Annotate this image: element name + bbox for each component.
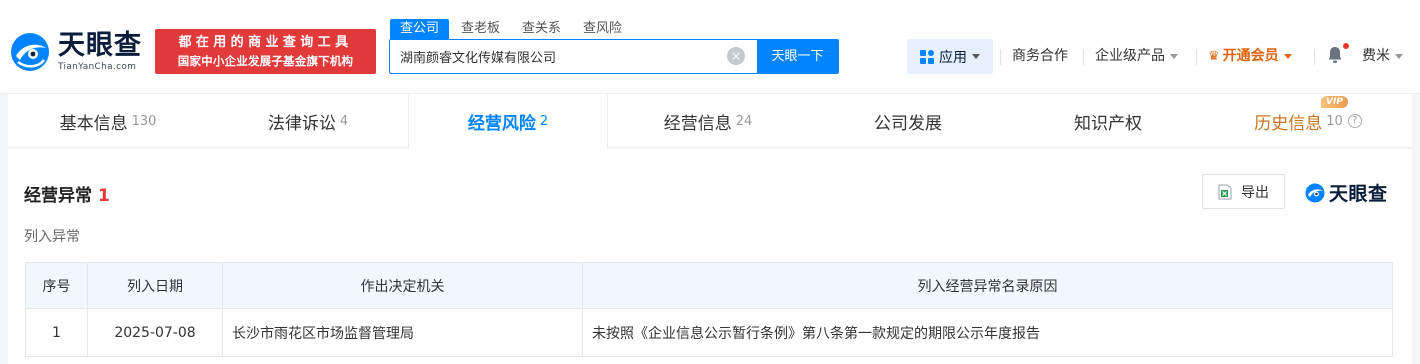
tab-basic-info[interactable]: 基本信息 130 [8, 94, 208, 148]
tab-operation-risk[interactable]: 经营风险 2 [408, 94, 608, 149]
notification-dot [1343, 43, 1349, 49]
logo-text: 天眼查 [58, 30, 142, 61]
tab-count: 130 [131, 113, 157, 129]
nav-enterprise-label: 企业级产品 [1095, 48, 1165, 64]
tab-legal-litigation[interactable]: 法律诉讼 4 [208, 94, 408, 148]
table-header-row: 序号 列入日期 作出决定机关 列入经营异常名录原因 [25, 262, 1393, 309]
slogan-banner: 都在用的商业查询工具 国家中小企业发展子基金旗下机构 [155, 29, 376, 74]
search-tab-company[interactable]: 查公司 [390, 19, 450, 39]
export-button[interactable]: 导出 [1202, 174, 1285, 209]
section-count: 1 [98, 186, 110, 206]
tab-count: 24 [735, 113, 753, 129]
user-name: 费米 [1362, 48, 1390, 64]
tab-label: 经营风险 [467, 114, 536, 134]
tab-label: 公司发展 [874, 113, 942, 134]
export-label: 导出 [1241, 184, 1269, 201]
tianyancha-logo-icon [11, 33, 49, 71]
cell-date: 2025-07-08 [87, 308, 223, 357]
watermark-logo: 天眼查 [1304, 179, 1388, 206]
tab-label: 法律诉讼 [267, 113, 336, 134]
tab-label: 经营信息 [663, 113, 732, 134]
table-row: 1 2025-07-08 长沙市雨花区市场监督管理局 未按照《企业信息公示暂行条… [25, 308, 1393, 357]
slogan-line-2: 国家中小企业发展子基金旗下机构 [177, 54, 354, 68]
divider [1314, 49, 1315, 65]
cell-authority[interactable]: 长沙市雨花区市场监督管理局 [222, 308, 583, 357]
site-logo[interactable]: 天眼查 TianYanCha.com [8, 28, 142, 76]
chevron-down-icon [1283, 53, 1292, 59]
nav-business-cooperation[interactable]: 商务合作 [1012, 46, 1068, 66]
search-tab-risk[interactable]: 查风险 [573, 19, 632, 39]
tab-count: 4 [339, 113, 349, 129]
company-tabs: 基本信息 130 法律诉讼 4 经营风险 2 经营信息 24 公司发展 知识产权 VIP… [8, 94, 1412, 149]
top-header: 天眼查 TianYanCha.com 都在用的商业查询工具 国家中小企业发展子基… [0, 0, 1420, 94]
chevron-down-icon [1170, 53, 1178, 59]
nav-open-vip[interactable]: ♛ 开通会员 [1208, 46, 1292, 67]
tab-label: 历史信息 [1254, 113, 1323, 134]
header-no: 序号 [25, 262, 88, 309]
tab-label: 基本信息 [59, 113, 128, 134]
chevron-down-icon [1395, 53, 1403, 59]
notification-bell-icon[interactable] [1327, 46, 1343, 64]
cell-no: 1 [25, 308, 88, 357]
app-menu-label: 应用 [939, 49, 967, 66]
divider [1196, 49, 1197, 65]
search-type-tabs: 查公司 查老板 查关系 查风险 [390, 19, 634, 39]
header-date: 列入日期 [87, 262, 223, 309]
logo-domain: TianYanCha.com [58, 62, 137, 72]
cell-reason: 未按照《企业信息公示暂行条例》第八条第一款规定的期限公示年度报告 [582, 308, 1393, 357]
nav-vip-label: 开通会员 [1222, 48, 1279, 64]
divider [1000, 49, 1001, 65]
app-menu-button[interactable]: 应用 [907, 39, 993, 74]
slogan-line-1: 都在用的商业查询工具 [178, 35, 353, 50]
crown-icon: ♛ [1208, 49, 1220, 64]
header-reason: 列入经营异常名录原因 [582, 262, 1393, 309]
tab-company-development[interactable]: 公司发展 [808, 94, 1008, 148]
tianyancha-logo-icon [1305, 183, 1325, 202]
tab-label: 知识产权 [1074, 113, 1142, 134]
vip-badge: VIP [1321, 96, 1348, 108]
app-grid-icon [920, 49, 934, 64]
user-menu[interactable]: 费米 [1362, 46, 1403, 66]
help-icon[interactable]: ? [1347, 114, 1362, 128]
tab-count: 10 [1326, 113, 1343, 129]
abnormal-table: 序号 列入日期 作出决定机关 列入经营异常名录原因 1 2025-07-08 长… [25, 262, 1393, 357]
search-button[interactable]: 天眼一下 [757, 40, 838, 73]
watermark-text: 天眼查 [1329, 183, 1388, 205]
nav-enterprise-products[interactable]: 企业级产品 [1095, 46, 1178, 66]
excel-icon [1218, 184, 1232, 199]
search-tab-relation[interactable]: 查关系 [512, 19, 571, 39]
divider [1083, 49, 1084, 65]
section-title-text: 经营异常 [24, 186, 92, 206]
section-subtitle: 列入异常 [24, 229, 80, 245]
tab-intellectual-property[interactable]: 知识产权 [1008, 94, 1208, 148]
clear-icon[interactable]: × [727, 47, 745, 65]
search-tab-boss[interactable]: 查老板 [451, 19, 510, 39]
tab-operation-info[interactable]: 经营信息 24 [608, 94, 808, 148]
search-box: × 天眼一下 [389, 39, 839, 74]
tab-history-info[interactable]: VIP 历史信息 10? [1208, 94, 1408, 148]
chevron-down-icon [972, 54, 980, 59]
header-authority: 作出决定机关 [222, 262, 583, 309]
business-abnormal-section: 经营异常 1 列入异常 导出 天眼查 序号 列入日期 作出决定机关 列入经营异常名… [8, 149, 1412, 364]
search-input[interactable] [390, 40, 727, 73]
tab-count: 2 [539, 114, 549, 129]
section-title: 经营异常 1 [24, 181, 110, 206]
